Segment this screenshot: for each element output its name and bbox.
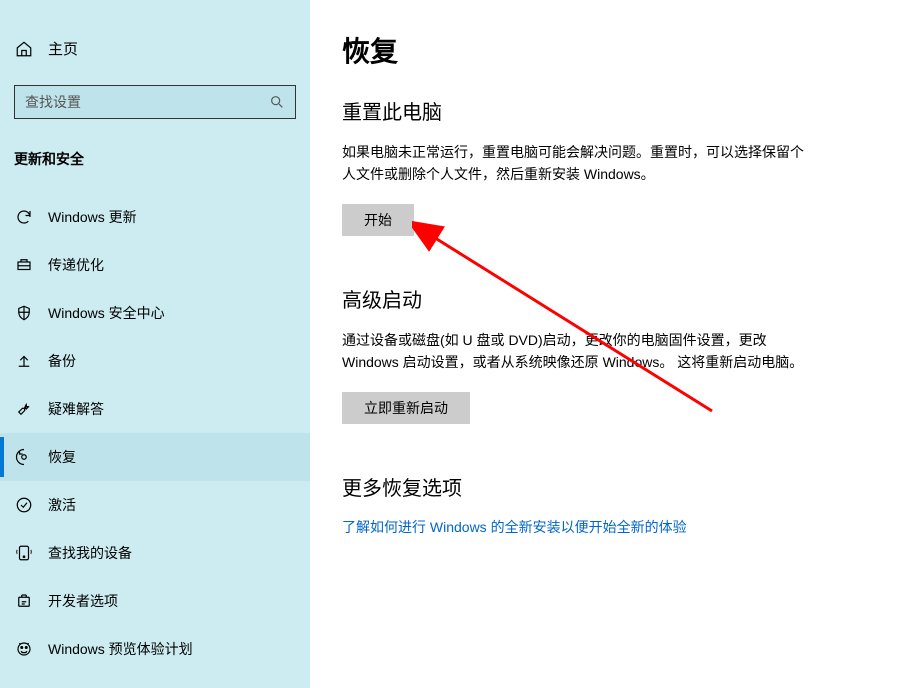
sidebar-home[interactable]: 主页 <box>0 28 310 69</box>
reset-start-button[interactable]: 开始 <box>342 204 414 236</box>
sidebar: 主页 更新和安全 Windows 更新 <box>0 0 310 688</box>
search-box[interactable] <box>14 85 296 119</box>
sidebar-item-label: 激活 <box>48 495 76 515</box>
main-content: 恢复 重置此电脑 如果电脑未正常运行，重置电脑可能会解决问题。重置时，可以选择保… <box>310 0 918 688</box>
sidebar-item-label: 传递优化 <box>48 255 104 275</box>
sync-icon <box>14 207 34 227</box>
sidebar-item-backup[interactable]: 备份 <box>0 337 310 385</box>
insider-icon <box>14 639 34 659</box>
recovery-icon <box>14 447 34 467</box>
home-icon <box>14 39 34 59</box>
nav-list: Windows 更新 传递优化 Windows 安全中心 <box>0 193 310 673</box>
section-advanced-desc: 通过设备或磁盘(如 U 盘或 DVD)启动，更改你的电脑固件设置，更改 Wind… <box>342 329 812 374</box>
find-device-icon <box>14 543 34 563</box>
sidebar-item-developer-options[interactable]: 开发者选项 <box>0 577 310 625</box>
troubleshoot-icon <box>14 399 34 419</box>
sidebar-item-insider[interactable]: Windows 预览体验计划 <box>0 625 310 673</box>
sidebar-home-label: 主页 <box>48 38 78 59</box>
section-advanced-startup: 高级启动 通过设备或磁盘(如 U 盘或 DVD)启动，更改你的电脑固件设置，更改… <box>342 284 888 424</box>
backup-icon <box>14 351 34 371</box>
section-reset: 重置此电脑 如果电脑未正常运行，重置电脑可能会解决问题。重置时，可以选择保留个人… <box>342 96 888 236</box>
advanced-restart-button[interactable]: 立即重新启动 <box>342 392 470 424</box>
shield-icon <box>14 303 34 323</box>
page-title: 恢复 <box>342 30 888 70</box>
sidebar-item-label: 恢复 <box>48 447 76 467</box>
sidebar-item-label: 备份 <box>48 351 76 371</box>
sidebar-item-windows-update[interactable]: Windows 更新 <box>0 193 310 241</box>
section-more-recovery: 更多恢复选项 了解如何进行 Windows 的全新安装以便开始全新的体验 <box>342 472 888 537</box>
developer-icon <box>14 591 34 611</box>
sidebar-item-troubleshoot[interactable]: 疑难解答 <box>0 385 310 433</box>
fresh-install-link[interactable]: 了解如何进行 Windows 的全新安装以便开始全新的体验 <box>342 519 687 535</box>
sidebar-item-recovery[interactable]: 恢复 <box>0 433 310 481</box>
search-input[interactable] <box>25 94 269 110</box>
section-more-title: 更多恢复选项 <box>342 472 888 501</box>
sidebar-item-label: Windows 预览体验计划 <box>48 639 193 659</box>
delivery-icon <box>14 255 34 275</box>
sidebar-item-label: Windows 更新 <box>48 207 137 227</box>
sidebar-item-delivery-optimization[interactable]: 传递优化 <box>0 241 310 289</box>
section-reset-title: 重置此电脑 <box>342 96 888 125</box>
sidebar-item-activation[interactable]: 激活 <box>0 481 310 529</box>
section-reset-desc: 如果电脑未正常运行，重置电脑可能会解决问题。重置时，可以选择保留个人文件或删除个… <box>342 141 812 186</box>
sidebar-item-label: 开发者选项 <box>48 591 118 611</box>
sidebar-item-label: Windows 安全中心 <box>48 303 165 323</box>
sidebar-item-label: 查找我的设备 <box>48 543 132 563</box>
search-icon <box>269 94 285 110</box>
activation-icon <box>14 495 34 515</box>
section-advanced-title: 高级启动 <box>342 284 888 313</box>
sidebar-item-windows-security[interactable]: Windows 安全中心 <box>0 289 310 337</box>
category-title: 更新和安全 <box>0 129 310 185</box>
sidebar-item-label: 疑难解答 <box>48 399 104 419</box>
sidebar-item-find-my-device[interactable]: 查找我的设备 <box>0 529 310 577</box>
